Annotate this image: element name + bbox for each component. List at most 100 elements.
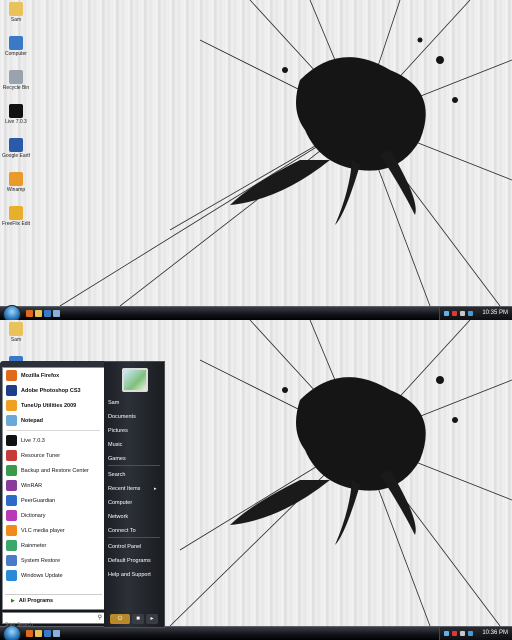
start-menu-item[interactable]: Dictionary [3,508,104,523]
freeflix-icon [9,206,23,220]
lock-button[interactable]: ■ [132,614,144,624]
quick-launch-window-icon[interactable] [53,630,60,637]
start-menu-item[interactable]: System Restore [3,553,104,568]
place-item[interactable]: Documents [108,412,162,422]
place-item[interactable]: Network [108,512,162,522]
desktop-icon-label: FreeFlix Edition 2009 [2,221,30,227]
volume-icon[interactable] [460,311,465,316]
start-search-box[interactable]: ⚲ [2,612,105,630]
divider [7,430,100,431]
firefox-icon [6,370,17,381]
system-restore-icon [6,555,17,566]
user-picture[interactable] [122,368,148,392]
volume-icon[interactable] [460,631,465,636]
top-screenshot: Sam Computer Recycle Bin Live 7.0.3 Google E… [0,0,512,320]
system-tray: 10:35 PM [439,307,512,320]
start-menu-item-label: Rainmeter [21,542,47,549]
start-menu-item[interactable]: Backup and Restore Center [3,463,104,478]
cracked-screen-splat [59,0,512,306]
windows-update-icon [6,570,17,581]
start-menu-item[interactable]: Rainmeter [3,538,104,553]
start-menu-item[interactable]: Live 7.0.3 [3,433,104,448]
network-icon[interactable] [444,631,449,636]
start-menu-item[interactable]: Windows Update [3,568,104,583]
place-item[interactable]: Connect To [108,526,162,536]
quick-launch-media-icon[interactable] [44,630,51,637]
vlc-icon [6,525,17,536]
start-menu-item-label: Notepad [21,417,43,424]
desktop-icon[interactable]: FreeFlix Edition 2009 [2,206,30,227]
update-icon[interactable] [468,631,473,636]
search-icon[interactable]: ⚲ [98,614,102,621]
photoshop-icon [6,385,17,396]
desktop-icon-label: Computer [5,51,27,57]
desktop-icon-label: Winamp [6,187,26,193]
notepad-icon [6,415,17,426]
start-menu-item-label: TuneUp Utilities 2009 [21,402,77,409]
place-item[interactable]: Music [108,440,162,450]
start-menu-item-label: Dictionary [21,512,46,519]
start-menu-item[interactable]: Mozilla Firefox [3,368,104,383]
desktop-icon[interactable]: Sam [2,322,30,343]
desktop-icon[interactable]: Recycle Bin [2,70,30,91]
quick-launch-folder-icon[interactable] [35,630,42,637]
desktop-wallpaper: Sam Computer Recycle Bin Live 7.0.3 Google E… [0,0,512,306]
recent-programs: Live 7.0.3 Resource Tuner Backup and Resto… [3,433,104,583]
arrow-right-icon: ▶ [11,598,15,604]
all-programs-button[interactable]: ▶ All Programs [5,594,102,607]
quick-launch-media-icon[interactable] [44,310,51,317]
start-menu-item[interactable]: Resource Tuner [3,448,104,463]
desktop-icon-label: Live 7.0.3 [5,119,27,125]
desktop-icon[interactable]: Computer [2,36,30,57]
winrar-icon [6,480,17,491]
security-icon[interactable] [452,631,457,636]
start-menu-item-label: Resource Tuner [21,452,61,459]
quick-launch-firefox-icon[interactable] [26,310,33,317]
start-menu-item[interactable]: Adobe Photoshop CS3 [3,383,104,398]
place-item[interactable]: Computer [108,498,162,508]
chevron-right-icon: ▸ [150,616,154,622]
network-icon[interactable] [444,311,449,316]
place-item[interactable]: Help and Support [108,570,162,580]
start-menu-item[interactable]: TuneUp Utilities 2009 [3,398,104,413]
start-button[interactable] [3,305,21,320]
start-menu-item[interactable]: Notepad [3,413,104,428]
winamp-icon [9,172,23,186]
start-menu-item[interactable]: PeerGuardian [3,493,104,508]
divider [108,537,160,538]
desktop-icon-label: Google Earth [2,153,30,159]
shutdown-options-button[interactable]: ▸ [146,614,158,624]
live-icon [9,104,23,118]
peerguardian-icon [6,495,17,506]
chevron-right-icon: ▸ [154,486,157,492]
live-icon [6,435,17,446]
quick-launch-firefox-icon[interactable] [26,630,33,637]
start-menu-programs: Mozilla Firefox Adobe Photoshop CS3 TuneUp… [2,367,105,610]
place-item[interactable]: Control Panel [108,542,162,552]
clock[interactable]: 10:36 PM [482,630,508,636]
place-item[interactable]: Sam [108,398,162,408]
update-icon[interactable] [468,311,473,316]
desktop-icon[interactable]: Google Earth [2,138,30,159]
start-menu-item[interactable]: VLC media player [3,523,104,538]
pinned-programs: Mozilla Firefox Adobe Photoshop CS3 TuneUp… [3,368,104,428]
system-tray: 10:36 PM [439,627,512,640]
quick-launch-window-icon[interactable] [53,310,60,317]
quick-launch-folder-icon[interactable] [35,310,42,317]
security-icon[interactable] [452,311,457,316]
desktop-icon[interactable]: Live 7.0.3 [2,104,30,125]
desktop-icon-label: Sam [10,17,22,23]
power-button[interactable]: ⏻ [110,614,130,624]
start-search-input[interactable] [3,620,95,630]
desktop-icon[interactable]: Winamp [2,172,30,193]
desktop-icon[interactable]: Sam [2,2,30,23]
clock[interactable]: 10:35 PM [482,310,508,316]
divider [108,465,160,466]
power-icon: ⏻ [117,616,123,622]
place-item[interactable]: Search [108,470,162,480]
recycle-bin-icon [9,70,23,84]
place-item[interactable]: Games [108,454,162,464]
place-item[interactable]: Pictures [108,426,162,436]
place-item[interactable]: Default Programs [108,556,162,566]
start-menu-item[interactable]: WinRAR [3,478,104,493]
